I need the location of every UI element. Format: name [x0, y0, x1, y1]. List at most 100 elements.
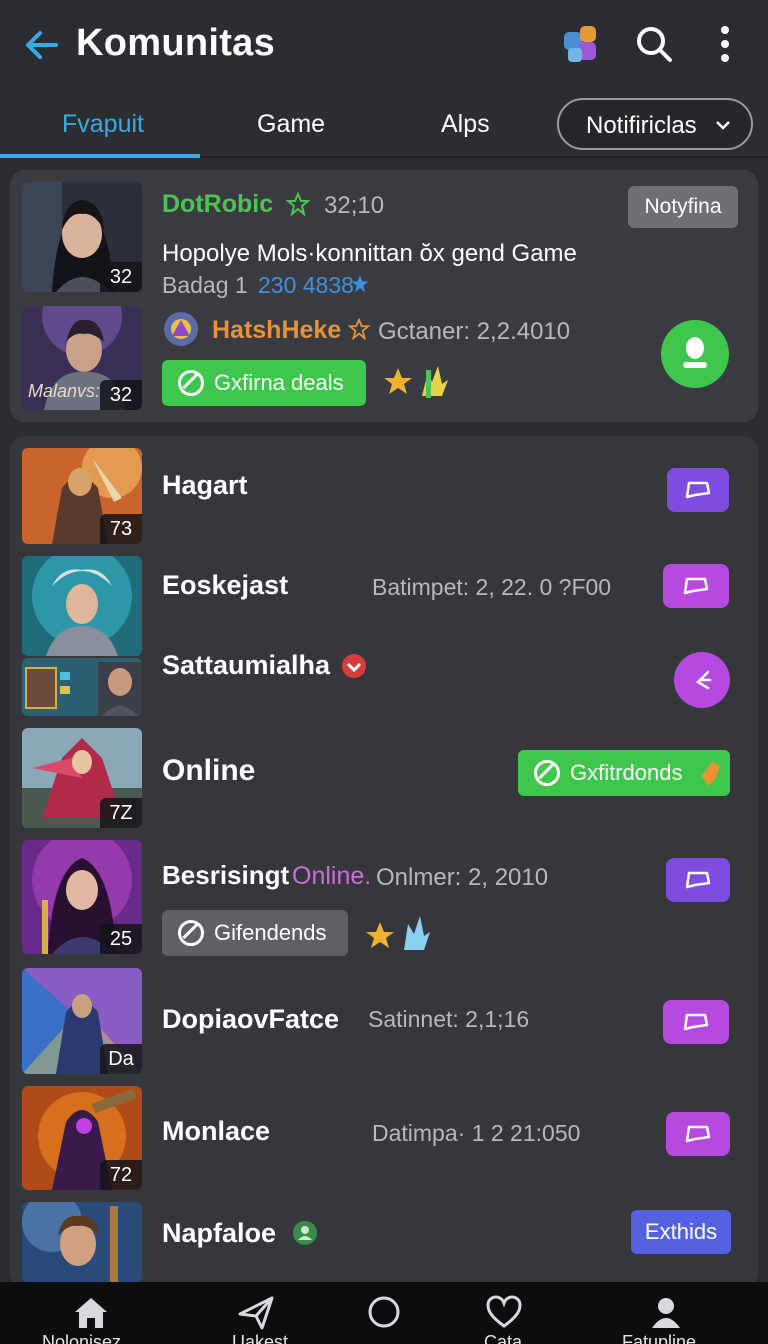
list-item-thumbnail[interactable] — [22, 658, 142, 716]
circle-icon[interactable] — [364, 1294, 404, 1330]
deal-icon — [534, 760, 560, 786]
character-portrait-image — [22, 1202, 142, 1282]
list-item-name[interactable]: DopiaovFatce — [162, 1004, 339, 1035]
back-arrow-icon[interactable] — [22, 26, 60, 64]
tab-bar: Fvapuit Game Alps Notifiriclas — [0, 92, 768, 158]
reply-icon — [695, 670, 712, 690]
chat-bubble-icon — [683, 577, 709, 595]
action-button[interactable] — [674, 652, 730, 708]
tab-game[interactable]: Game — [257, 110, 325, 139]
list-item-thumbnail[interactable] — [22, 556, 142, 656]
more-options-icon[interactable] — [712, 24, 738, 64]
list-item-name[interactable]: Online — [162, 754, 255, 788]
chat-button[interactable] — [667, 468, 729, 512]
page-title: Komunitas — [76, 22, 276, 64]
reward-stars-icon — [384, 366, 448, 398]
chat-button[interactable] — [666, 858, 730, 902]
gifendends-chip[interactable]: Gifendends — [162, 910, 348, 956]
tab-alps[interactable]: Alps — [441, 110, 490, 139]
list-item-thumbnail[interactable]: 7Z — [22, 728, 142, 828]
nav-label-profile[interactable]: Fatupline — [622, 1332, 696, 1344]
nav-label-send[interactable]: Uakest — [232, 1332, 288, 1344]
thumb-badge: 32 — [100, 262, 142, 292]
active-tab-indicator — [0, 154, 200, 158]
list-item-meta: Datimpa· 1 2 21:050 — [372, 1120, 581, 1146]
thumb-badge: 25 — [100, 924, 142, 954]
home-icon[interactable] — [71, 1294, 111, 1330]
post-time: 32;10 — [324, 192, 385, 219]
list-item-thumbnail[interactable]: 72 — [22, 1086, 142, 1190]
online-indicator-icon — [293, 1221, 317, 1245]
list-item-name[interactable]: Hagart — [162, 470, 248, 501]
community-list: 73 Hagart Eoskejast Batimpet: 2, 22. 0 ?… — [10, 436, 758, 1286]
list-item-thumbnail[interactable] — [22, 1202, 142, 1282]
notify-button[interactable]: Notyfina — [628, 186, 738, 228]
avatar[interactable]: 32 — [22, 182, 142, 292]
second-meta: Gctaner: 2,2.4010 — [378, 318, 571, 345]
chevron-down-icon — [716, 121, 730, 130]
alert-badge-icon — [342, 654, 366, 678]
featured-card[interactable]: 32 Malanvs: 32 DotRobic 32;10 Notyfina H… — [10, 170, 758, 422]
nav-label-home[interactable]: Nolonisez — [42, 1332, 121, 1344]
thumb-badge: 72 — [100, 1160, 142, 1190]
notifications-label: Notifiriclas — [586, 112, 697, 139]
user-action-button[interactable] — [661, 320, 729, 388]
thumb-badge: Da — [100, 1044, 142, 1074]
chat-bubble-icon — [685, 1125, 711, 1143]
verified-star-icon — [286, 192, 310, 216]
second-username[interactable]: HatshHeke — [212, 316, 341, 345]
search-icon[interactable] — [634, 24, 674, 64]
deal-icon — [178, 920, 204, 946]
chip-label: Gifendends — [214, 920, 327, 945]
hand-icon — [702, 762, 720, 786]
profile-icon[interactable] — [646, 1294, 686, 1330]
game-art-image — [22, 556, 142, 656]
exthids-button[interactable]: Exthids — [631, 1210, 731, 1254]
deal-icon — [178, 370, 204, 396]
list-item-thumbnail[interactable]: Da — [22, 968, 142, 1074]
list-item-name[interactable]: Monlace — [162, 1116, 270, 1147]
notifications-dropdown[interactable]: Notifiriclas — [557, 98, 753, 150]
game-art-image — [22, 658, 142, 716]
chat-bubble-icon — [685, 481, 711, 499]
chat-bubble-icon — [685, 871, 711, 889]
list-item-name[interactable]: Besrisingt — [162, 860, 289, 891]
thumb-overlay-text: Malanvs: — [28, 381, 101, 401]
list-item-thumbnail[interactable]: 73 — [22, 448, 142, 544]
chip-label: Gxfitrdonds — [570, 760, 683, 785]
chip-label: Gxfirna deals — [214, 370, 344, 395]
reward-stars-icon — [366, 916, 430, 950]
app-logo-icon[interactable] — [560, 22, 604, 66]
post-sub-label: Badag 1 — [162, 272, 248, 298]
bottom-navigation: Nolonisez Uakest Cata Fatupline — [0, 1282, 768, 1344]
tab-fvapuit[interactable]: Fvapuit — [62, 110, 144, 139]
nav-label-heart[interactable]: Cata — [484, 1332, 522, 1344]
online-status: Online. — [292, 862, 372, 890]
chat-button[interactable] — [663, 1000, 729, 1044]
post-sub-value: 230 4838 — [258, 272, 354, 298]
send-icon[interactable] — [236, 1294, 276, 1330]
post-headline: Hopolye Mols·konnittan ŏx gend Game — [162, 240, 577, 267]
list-item-meta: Batimpet: 2, 22. 0 ?F00 — [372, 574, 612, 600]
gxfirna-deals-chip[interactable]: Gxfirna deals — [162, 360, 366, 406]
chat-button[interactable] — [663, 564, 729, 608]
chat-button[interactable] — [666, 1112, 730, 1156]
list-item-name[interactable]: Napfaloe — [162, 1218, 276, 1249]
avatar[interactable]: Malanvs: 32 — [22, 306, 142, 410]
gxfitrdonds-chip[interactable]: Gxfitrdonds — [518, 750, 730, 796]
thumb-badge: 32 — [100, 380, 142, 410]
app-bar: Komunitas — [0, 0, 768, 92]
blue-star-icon — [351, 275, 369, 293]
thumb-badge: 7Z — [100, 798, 142, 828]
thumb-badge: 73 — [100, 514, 142, 544]
list-item-meta: Satinnet: 2,1;16 — [368, 1006, 530, 1032]
heart-icon[interactable] — [484, 1294, 524, 1330]
list-item-thumbnail[interactable]: 25 — [22, 840, 142, 954]
list-item-meta: Onlmer: 2, 2010 — [376, 864, 549, 891]
orange-star-icon — [348, 318, 370, 340]
list-item-name[interactable]: Sattaumialha — [162, 650, 330, 681]
featured-username[interactable]: DotRobic — [162, 190, 273, 219]
list-item-name[interactable]: Eoskejast — [162, 570, 288, 601]
game-logo-icon — [164, 312, 198, 346]
chat-bubble-icon — [683, 1013, 709, 1031]
